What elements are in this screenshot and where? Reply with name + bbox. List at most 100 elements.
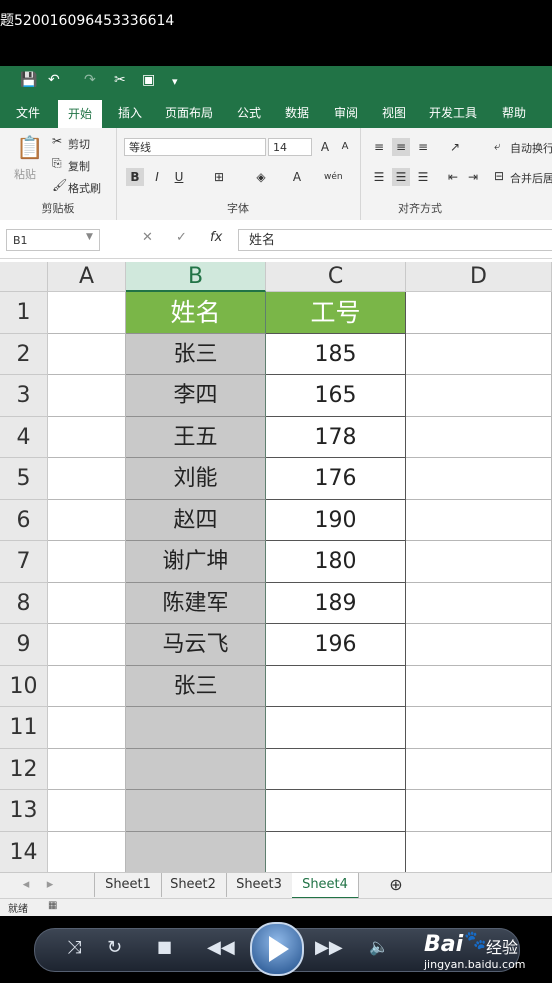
fast-forward-icon[interactable]: ▶▶ (315, 937, 343, 958)
row-header[interactable]: 11 (0, 707, 48, 749)
cell-b[interactable]: 王五 (126, 416, 266, 458)
align-center-icon[interactable]: ☰ (392, 168, 410, 186)
tab-page-layout[interactable]: 页面布局 (158, 98, 220, 128)
merge-icon[interactable]: ⊟ (494, 169, 504, 183)
increase-font-icon[interactable]: A (316, 138, 334, 156)
cell-d[interactable] (406, 499, 552, 541)
row-header[interactable]: 5 (0, 458, 48, 500)
column-header-a[interactable]: A (48, 262, 126, 292)
clipboard-icon[interactable]: ✂ (114, 72, 126, 88)
align-left-icon[interactable]: ☰ (370, 168, 388, 186)
font-size-dropdown[interactable]: 14 (268, 138, 312, 156)
cell-c[interactable] (266, 665, 406, 707)
cell-a[interactable] (48, 499, 126, 541)
volume-icon[interactable]: 🔈 (369, 937, 389, 956)
sheet-tab-3[interactable]: Sheet3 (226, 873, 293, 897)
tab-review[interactable]: 审阅 (324, 98, 368, 128)
increase-indent-icon[interactable]: ⇥ (464, 168, 482, 186)
camera-icon[interactable]: ▣ (142, 72, 155, 88)
undo-icon[interactable]: ↶ (48, 72, 60, 88)
row-header[interactable]: 6 (0, 499, 48, 541)
font-color-icon[interactable]: A (288, 168, 306, 186)
copy-label[interactable]: 复制 (68, 158, 90, 174)
cell-b[interactable]: 张三 (126, 333, 266, 375)
save-icon[interactable]: 💾 (20, 72, 37, 88)
cell-a[interactable] (48, 375, 126, 417)
select-all-corner[interactable] (0, 262, 48, 292)
border-icon[interactable]: ⊞ (210, 168, 228, 186)
row-header[interactable]: 13 (0, 790, 48, 832)
cell-b[interactable]: 张三 (126, 665, 266, 707)
row-header[interactable]: 9 (0, 624, 48, 666)
cell-b[interactable] (126, 707, 266, 749)
paste-label[interactable]: 粘贴 (14, 166, 36, 182)
cell-b[interactable] (126, 831, 266, 872)
row-header[interactable]: 2 (0, 333, 48, 375)
cell-c[interactable] (266, 831, 406, 872)
fill-color-icon[interactable]: ◈ (252, 168, 270, 186)
stop-icon[interactable]: ■ (157, 937, 172, 956)
italic-button[interactable]: I (148, 168, 166, 186)
column-header-c[interactable]: C (266, 262, 406, 292)
cell-a[interactable] (48, 458, 126, 500)
cell-a[interactable] (48, 292, 126, 334)
cell-a[interactable] (48, 707, 126, 749)
tab-view[interactable]: 视图 (372, 98, 416, 128)
format-painter-label[interactable]: 格式刷 (68, 180, 101, 196)
merge-label[interactable]: 合并后居 (510, 170, 552, 186)
cell-c[interactable]: 196 (266, 624, 406, 666)
align-right-icon[interactable]: ☰ (414, 168, 432, 186)
cell-b[interactable]: 陈建军 (126, 582, 266, 624)
cell-a[interactable] (48, 582, 126, 624)
cell-b[interactable]: 李四 (126, 375, 266, 417)
cell-c[interactable]: 189 (266, 582, 406, 624)
cell-d[interactable] (406, 624, 552, 666)
cell-c[interactable] (266, 748, 406, 790)
rewind-icon[interactable]: ◀◀ (207, 937, 235, 958)
row-header[interactable]: 1 (0, 292, 48, 334)
cell-d[interactable] (406, 831, 552, 872)
sheet-tab-4[interactable]: Sheet4 (292, 873, 359, 899)
row-header[interactable]: 4 (0, 416, 48, 458)
font-name-dropdown[interactable]: 等线 (124, 138, 266, 156)
align-middle-icon[interactable]: ≡ (392, 138, 410, 156)
tab-file[interactable]: 文件 (6, 98, 50, 128)
insert-function-icon[interactable]: fx (210, 230, 222, 245)
cell-d[interactable] (406, 790, 552, 832)
row-header[interactable]: 3 (0, 375, 48, 417)
cell-d[interactable] (406, 458, 552, 500)
cell-c[interactable]: 180 (266, 541, 406, 583)
cell-a[interactable] (48, 624, 126, 666)
column-header-d[interactable]: D (406, 262, 552, 292)
sheet-tab-2[interactable]: Sheet2 (160, 873, 227, 897)
cut-icon[interactable]: ✂ (52, 134, 62, 148)
cell-d[interactable] (406, 333, 552, 375)
cell-a[interactable] (48, 541, 126, 583)
cell-d[interactable] (406, 416, 552, 458)
decrease-indent-icon[interactable]: ⇤ (444, 168, 462, 186)
cell-d[interactable] (406, 292, 552, 334)
wrap-text-label[interactable]: 自动换行 (510, 140, 552, 156)
cell-d[interactable] (406, 748, 552, 790)
prev-sheet-icon[interactable]: ◂ (16, 873, 36, 897)
cell-c[interactable]: 165 (266, 375, 406, 417)
cell-b[interactable]: 赵四 (126, 499, 266, 541)
cell-a[interactable] (48, 416, 126, 458)
phonetic-icon[interactable]: wén (324, 168, 343, 186)
shuffle-icon[interactable]: ⤨ (67, 937, 81, 958)
macro-record-icon[interactable]: ▦ (48, 900, 57, 911)
cell-b[interactable]: 谢广坤 (126, 541, 266, 583)
cell-a[interactable] (48, 790, 126, 832)
cancel-icon[interactable]: ✕ (142, 230, 153, 245)
cell-d[interactable] (406, 582, 552, 624)
underline-button[interactable]: U (170, 168, 188, 186)
cell-a[interactable] (48, 748, 126, 790)
add-sheet-icon[interactable]: ⊕ (384, 873, 408, 897)
wrap-text-icon[interactable]: ⤶ (494, 139, 501, 154)
tab-developer[interactable]: 开发工具 (422, 98, 484, 128)
orientation-icon[interactable]: ↗ (446, 138, 464, 156)
customize-qat-icon[interactable]: ▾ (172, 75, 178, 88)
cell-b[interactable]: 刘能 (126, 458, 266, 500)
format-painter-icon[interactable]: 🖌 (52, 178, 67, 192)
formula-input[interactable]: 姓名 (238, 229, 552, 251)
